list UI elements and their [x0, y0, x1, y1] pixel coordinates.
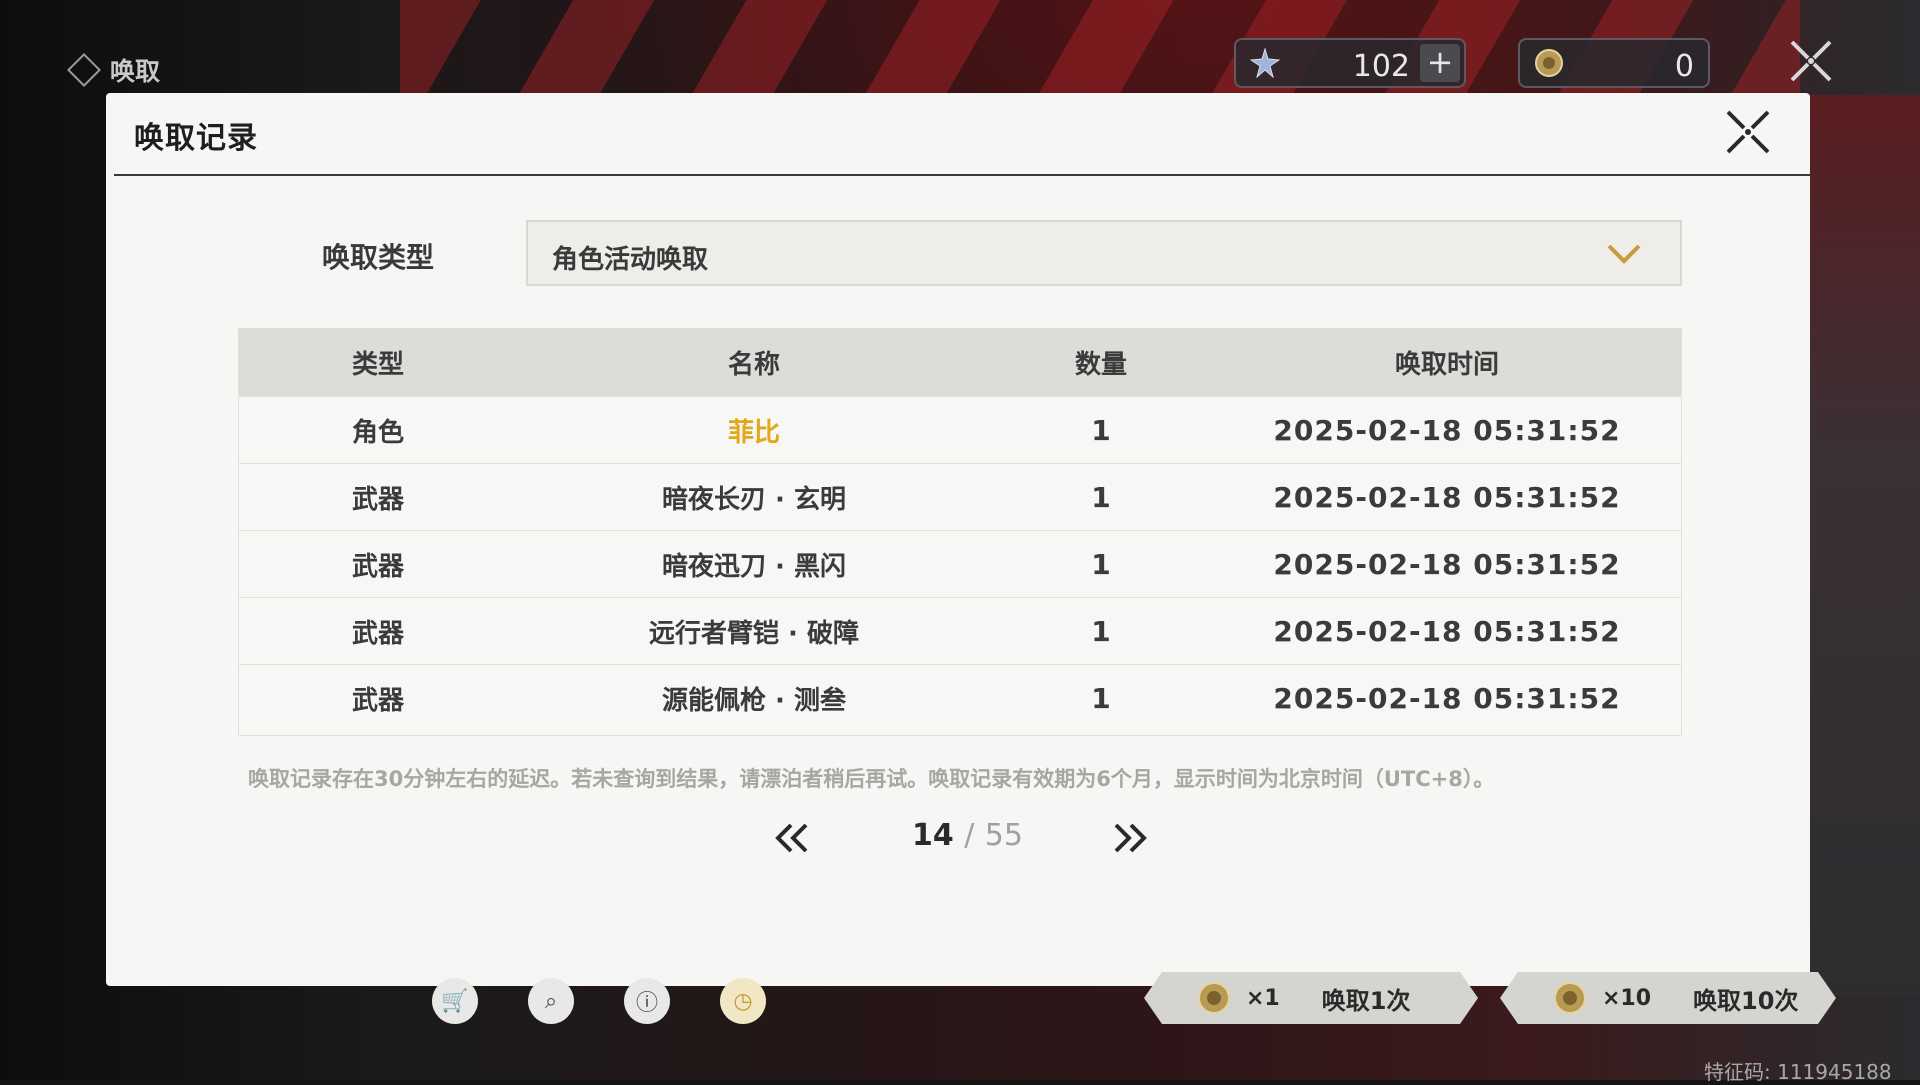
row-time: 2025-02-18 05:31:52	[1273, 682, 1621, 715]
coin-icon	[1552, 980, 1588, 1016]
gacha-emblem-icon	[67, 53, 101, 87]
row-count: 1	[1091, 414, 1111, 447]
add-currency-button[interactable]: +	[1420, 44, 1460, 82]
total-pages: 55	[984, 818, 1023, 853]
info-icon[interactable]: ⓘ	[624, 978, 670, 1024]
page-separator: /	[964, 818, 975, 853]
row-count: 1	[1091, 481, 1111, 514]
pull-once-multiplier: ×1	[1246, 985, 1280, 1011]
row-time: 2025-02-18 05:31:52	[1273, 548, 1621, 581]
search-record-icon[interactable]: ⌕	[528, 978, 574, 1024]
header-divider	[114, 174, 1810, 176]
row-time: 2025-02-18 05:31:52	[1273, 615, 1621, 648]
row-count: 1	[1091, 615, 1111, 648]
cart-icon[interactable]: 🛒	[432, 978, 478, 1024]
table-row: 武器 远行者臂铠 · 破障 1 2025-02-18 05:31:52	[239, 597, 1681, 665]
row-type: 武器	[351, 686, 404, 716]
star-currency-icon	[1250, 48, 1280, 78]
row-name: 远行者臂铠 · 破障	[649, 619, 859, 649]
row-name: 暗夜迅刀 · 黑闪	[662, 552, 846, 582]
current-page: 14	[912, 818, 954, 853]
row-type: 武器	[351, 485, 404, 515]
clock-icon[interactable]: ◷	[720, 978, 766, 1024]
previous-page-icon[interactable]	[772, 822, 812, 854]
top-close-icon[interactable]	[1788, 38, 1834, 84]
coin-currency-display: 0	[1518, 38, 1710, 88]
gacha-type-dropdown[interactable]: 角色活动唤取	[526, 220, 1682, 286]
pull-once-button[interactable]: ×1 唤取1次	[1144, 972, 1478, 1024]
modal-title: 唤取记录	[134, 121, 258, 156]
row-time: 2025-02-18 05:31:52	[1273, 481, 1621, 514]
coin-currency-icon	[1535, 49, 1563, 77]
pull-once-label: 唤取1次	[1321, 986, 1411, 1015]
coin-icon	[1196, 980, 1232, 1016]
record-delay-notice: 唤取记录存在30分钟左右的延迟。若未查询到结果，请漂泊者稍后再试。唤取记录有效期…	[248, 767, 1495, 791]
page-indicator: 14 / 55	[912, 818, 1023, 853]
column-header-count: 数量	[1074, 350, 1127, 380]
column-header-name: 名称	[727, 350, 780, 380]
table-row: 武器 源能佩枪 · 测叁 1 2025-02-18 05:31:52	[239, 664, 1681, 732]
coin-currency-value: 0	[1674, 49, 1694, 84]
row-type: 角色	[351, 418, 404, 448]
pull-ten-label: 唤取10次	[1693, 986, 1799, 1015]
table-row: 武器 暗夜迅刀 · 黑闪 1 2025-02-18 05:31:52	[239, 530, 1681, 598]
chevron-down-icon	[1607, 244, 1641, 264]
record-table: 类型 名称 数量 唤取时间 角色 菲比 1 2025-02-18 05:31:5…	[238, 328, 1682, 736]
next-page-icon[interactable]	[1110, 822, 1150, 854]
row-count: 1	[1091, 548, 1111, 581]
column-header-time: 唤取时间	[1394, 350, 1499, 380]
table-row: 角色 菲比 1 2025-02-18 05:31:52	[239, 396, 1681, 464]
row-type: 武器	[351, 552, 404, 582]
row-name: 源能佩枪 · 测叁	[662, 686, 846, 716]
modal-edge	[1780, 150, 1810, 985]
row-count: 1	[1091, 682, 1111, 715]
row-name: 暗夜长刃 · 玄明	[662, 485, 846, 515]
row-name: 菲比	[727, 418, 780, 448]
table-row: 武器 暗夜长刃 · 玄明 1 2025-02-18 05:31:52	[239, 463, 1681, 531]
feature-code: 特征码: 111945188	[1704, 1060, 1892, 1084]
pull-ten-button[interactable]: ×10 唤取10次	[1500, 972, 1836, 1024]
gacha-type-selected: 角色活动唤取	[552, 245, 709, 275]
column-header-type: 类型	[351, 350, 404, 380]
row-time: 2025-02-18 05:31:52	[1273, 414, 1621, 447]
table-header: 类型 名称 数量 唤取时间	[239, 329, 1681, 396]
pull-ten-multiplier: ×10	[1602, 985, 1652, 1011]
section-title: 唤取	[67, 52, 161, 88]
row-type: 武器	[351, 619, 404, 649]
close-icon[interactable]	[1724, 108, 1772, 156]
gacha-type-label: 唤取类型	[322, 241, 435, 274]
star-currency-value: 102	[1352, 49, 1410, 84]
section-title-label: 唤取	[110, 57, 161, 86]
star-currency-display: 102 +	[1234, 38, 1466, 88]
